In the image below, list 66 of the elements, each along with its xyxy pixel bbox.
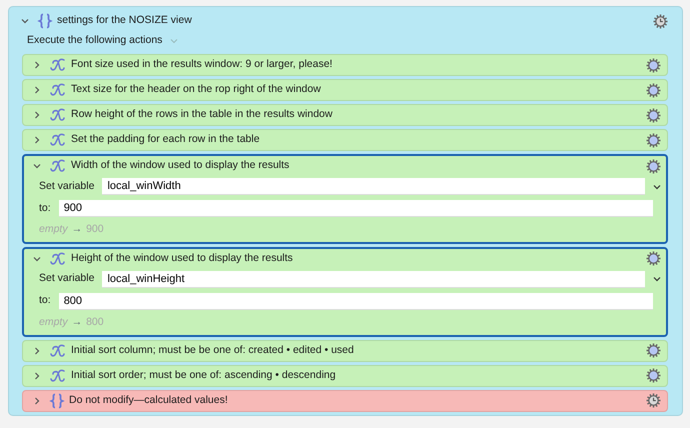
action-card[interactable]: Height of the window used to display the results Set variable local_winHeight to: 800 empty → 800 [22, 246, 668, 336]
action-title: Initial sort column; must be be one of: created • edited • used [71, 342, 354, 358]
action-title: Set the padding for each row in the table [71, 132, 260, 148]
field-label: Set variable [39, 178, 94, 194]
settings-icon[interactable] [646, 82, 661, 98]
variable-icon [49, 58, 67, 72]
disclosure-chevron-icon[interactable] [33, 136, 41, 144]
gear-clock-icon[interactable] [646, 393, 661, 408]
variable-field[interactable]: local_winWidth [102, 178, 645, 195]
arrow-glyph: → [72, 314, 82, 330]
variable-icon [49, 344, 67, 358]
disclosure-chevron-icon[interactable] [33, 162, 41, 170]
disclosure-chevron-icon[interactable] [33, 372, 41, 380]
variable-icon [49, 368, 67, 382]
action-title: Initial sort order; must be one of: ascending • descending [71, 368, 336, 383]
action-title: Width of the window used to display the results [71, 158, 290, 174]
action-card[interactable]: Width of the window used to display the results Set variable local_winWidth to: 900 empty → 900 [22, 154, 668, 244]
action-title: Height of the window used to display the results [71, 250, 293, 266]
action-card[interactable]: Do not modify—calculated values! [22, 390, 668, 412]
variable-icon [49, 159, 67, 173]
action-card[interactable]: Initial sort order; must be one of: ascending • descending [22, 364, 668, 386]
disclosure-chevron-icon[interactable] [33, 111, 41, 119]
preview-result: 900 [86, 222, 104, 237]
field-label: to: [39, 200, 51, 216]
variable-icon [49, 133, 67, 147]
braces-icon [37, 13, 53, 29]
settings-icon[interactable] [646, 132, 661, 148]
disclosure-chevron-icon[interactable] [33, 61, 41, 69]
action-card[interactable]: Font size used in the results window: 9 or larger, please! [22, 54, 668, 76]
disclosure-chevron-icon[interactable] [33, 86, 41, 94]
disclosure-chevron-icon[interactable] [33, 346, 41, 354]
settings-icon[interactable] [646, 251, 661, 266]
field-label: to: [39, 293, 51, 308]
gear-clock-icon[interactable] [653, 14, 668, 28]
execute-label: Execute the following actions [27, 33, 162, 48]
variable-icon [49, 252, 67, 266]
dropdown-caret-icon[interactable] [653, 184, 661, 190]
dropdown-caret-icon[interactable] [653, 276, 661, 282]
group-title: settings for the NOSIZE view [57, 13, 192, 28]
settings-icon[interactable] [646, 108, 661, 122]
action-card[interactable]: Text size for the header on the rop right of the window [22, 79, 668, 101]
settings-icon[interactable] [646, 158, 661, 174]
field-label: Set variable [39, 271, 94, 286]
value-field[interactable]: 900 [58, 200, 653, 217]
disclosure-chevron-icon[interactable] [33, 254, 41, 263]
variable-icon [49, 83, 67, 97]
action-title: Font size used in the results window: 9 or larger, please! [71, 57, 332, 72]
action-title: Do not modify—calculated values! [69, 392, 228, 408]
action-card[interactable]: Set the padding for each row in the table [22, 129, 668, 151]
preview-result: 800 [86, 314, 104, 330]
action-card[interactable]: Row height of the rows in the table in the results window [22, 104, 668, 126]
value-field[interactable]: 800 [58, 292, 653, 310]
action-card[interactable]: Initial sort column; must be be one of: created • edited • used [22, 340, 668, 362]
braces-icon [49, 392, 65, 408]
arrow-glyph: → [72, 222, 82, 237]
action-title: Row height of the rows in the table in the results window [71, 107, 332, 122]
settings-icon[interactable] [646, 343, 661, 358]
settings-icon[interactable] [646, 58, 661, 72]
disclosure-chevron-icon[interactable] [21, 17, 29, 25]
preview-source: empty [39, 314, 68, 330]
settings-icon[interactable] [646, 368, 661, 383]
action-title: Text size for the header on the rop right of the window [71, 82, 321, 98]
variable-field[interactable]: local_winHeight [102, 270, 645, 288]
preview-source: empty [39, 222, 68, 237]
disclosure-chevron-icon[interactable] [33, 396, 41, 404]
variable-icon [49, 108, 67, 122]
